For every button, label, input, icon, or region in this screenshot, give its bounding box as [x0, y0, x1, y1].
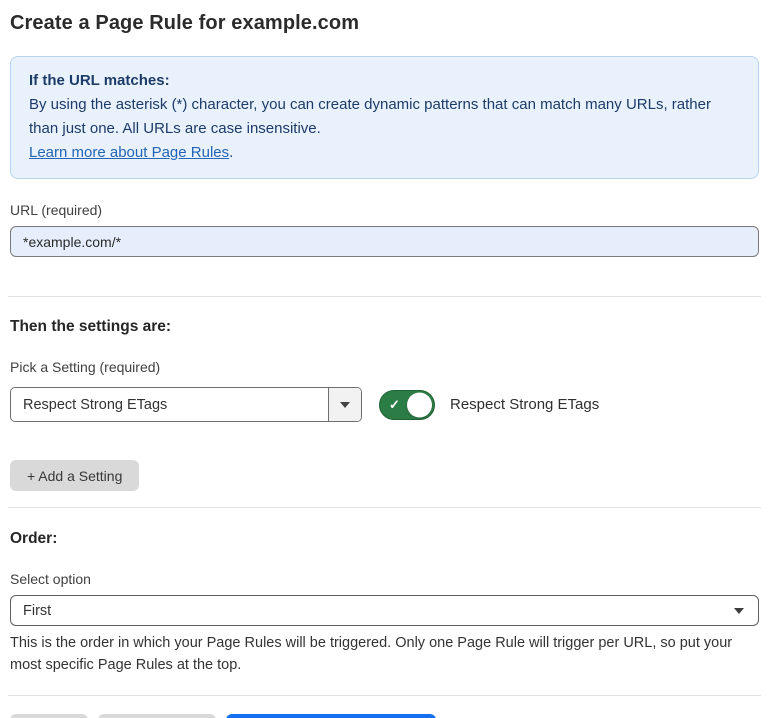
- url-label: URL (required): [10, 202, 759, 218]
- order-select-value: First: [23, 603, 734, 619]
- info-box-link-line: Learn more about Page Rules.: [29, 141, 740, 165]
- order-heading: Order:: [10, 530, 759, 548]
- pick-setting-label: Pick a Setting (required): [10, 359, 759, 375]
- section-divider: [8, 695, 761, 696]
- info-box-body: By using the asterisk (*) character, you…: [29, 93, 740, 141]
- setting-select-value: Respect Strong ETags: [11, 388, 328, 421]
- settings-heading: Then the settings are:: [10, 318, 759, 336]
- action-buttons-row: Cancel Save as Draft Save and Deploy Pag…: [10, 714, 759, 718]
- order-help-text: This is the order in which your Page Rul…: [10, 632, 750, 676]
- toggle-label: Respect Strong ETags: [450, 396, 599, 413]
- setting-select-arrow-button[interactable]: [328, 388, 361, 421]
- order-select[interactable]: First: [10, 595, 759, 626]
- url-input[interactable]: [10, 226, 759, 257]
- toggle-knob: [407, 392, 432, 417]
- create-page-rule-form: Create a Page Rule for example.com If th…: [0, 12, 769, 718]
- section-divider: [8, 507, 761, 508]
- chevron-down-icon: [340, 402, 350, 408]
- save-and-deploy-button[interactable]: Save and Deploy Page Rule: [226, 714, 436, 718]
- link-suffix: .: [229, 144, 233, 161]
- order-select-label: Select option: [10, 571, 759, 587]
- chevron-down-icon: [734, 608, 744, 614]
- setting-select[interactable]: Respect Strong ETags: [10, 387, 362, 422]
- setting-row: Respect Strong ETags ✓ Respect Strong ET…: [10, 387, 759, 422]
- add-setting-button[interactable]: + Add a Setting: [10, 460, 139, 491]
- cancel-button[interactable]: Cancel: [10, 714, 88, 718]
- check-icon: ✓: [389, 398, 400, 411]
- page-title: Create a Page Rule for example.com: [10, 12, 759, 35]
- info-box-heading: If the URL matches:: [29, 69, 740, 93]
- learn-more-link[interactable]: Learn more about Page Rules: [29, 144, 229, 161]
- section-divider: [8, 296, 761, 297]
- save-as-draft-button[interactable]: Save as Draft: [98, 714, 217, 718]
- respect-strong-etags-toggle[interactable]: ✓: [379, 390, 435, 420]
- url-match-info-box: If the URL matches: By using the asteris…: [10, 56, 759, 179]
